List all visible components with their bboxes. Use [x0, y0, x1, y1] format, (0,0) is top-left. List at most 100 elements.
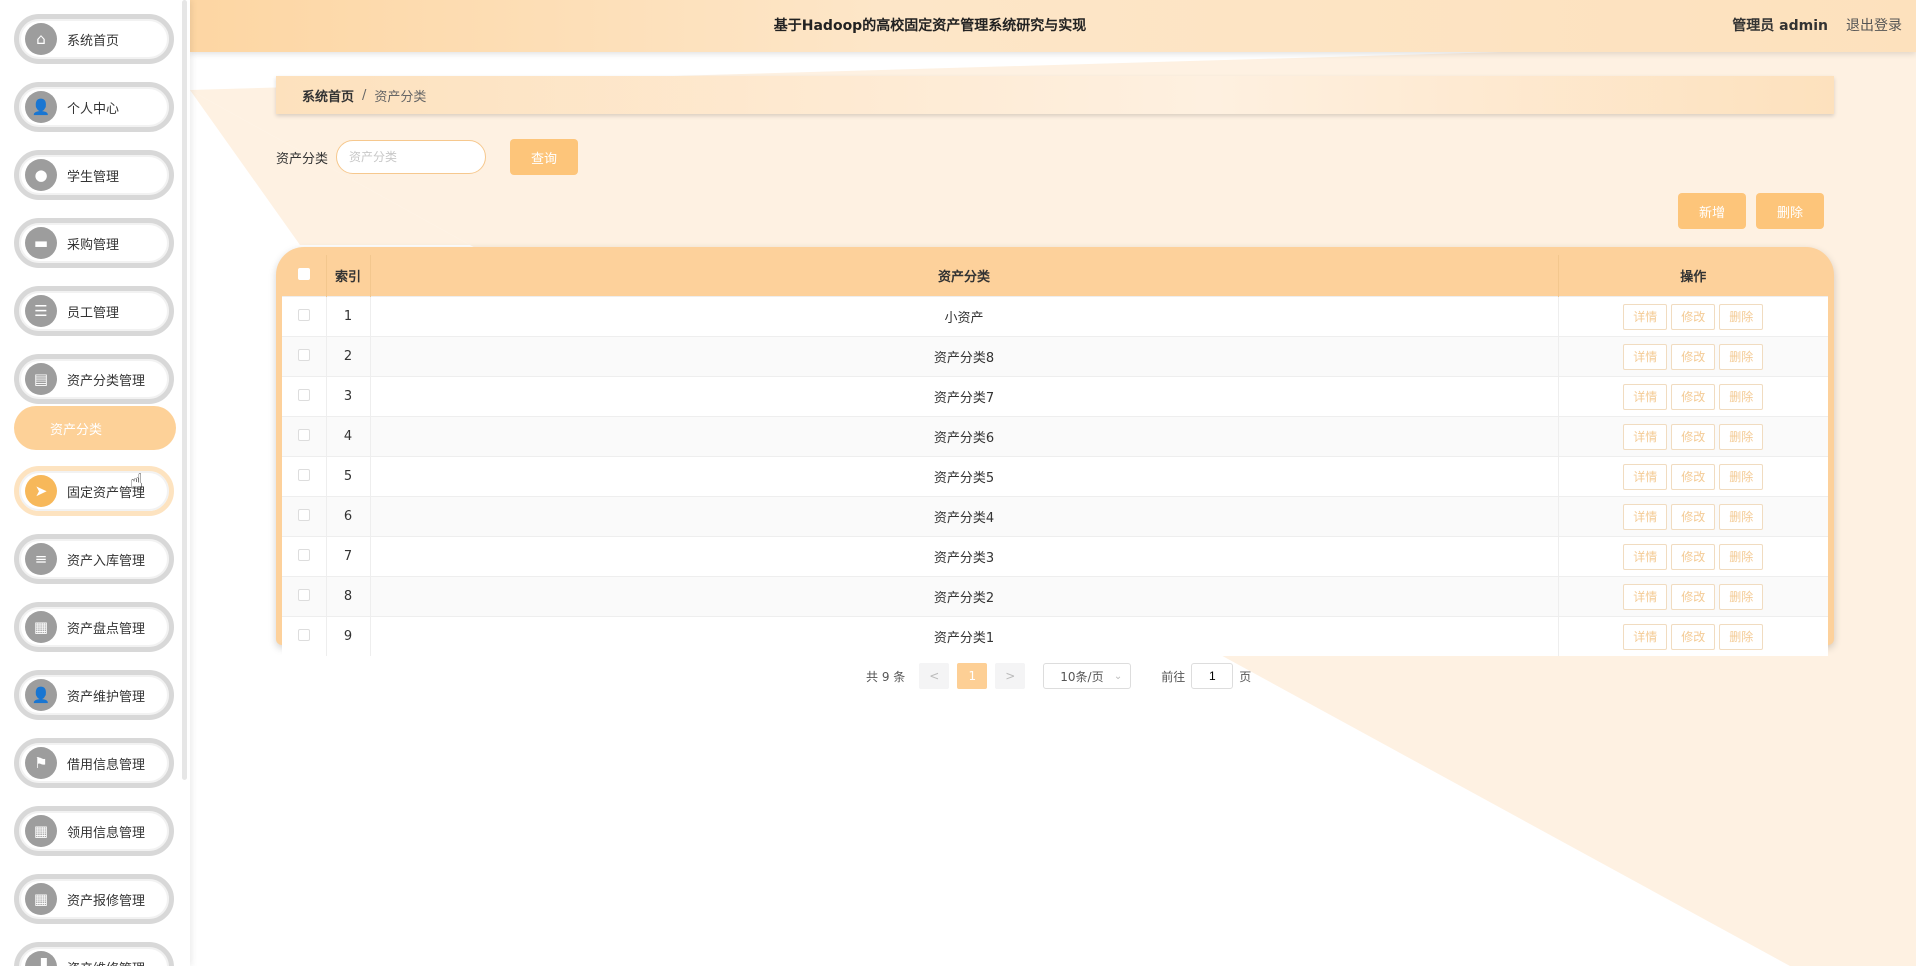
edit-button[interactable]: 修改: [1671, 503, 1716, 530]
sidebar-item[interactable]: ⌂ 系统首页: [14, 14, 174, 64]
detail-button[interactable]: 详情: [1623, 343, 1668, 370]
delete-button[interactable]: 删除: [1719, 303, 1764, 330]
sidebar-item[interactable]: ▦ 资产盘点管理: [14, 602, 174, 652]
row-select-cell[interactable]: [282, 456, 327, 497]
row-index: 7: [326, 536, 371, 577]
sidebar-item[interactable]: ☰ 员工管理: [14, 286, 174, 336]
sidebar-item[interactable]: ▟ 资产维修管理: [14, 942, 174, 966]
delete-button[interactable]: 删除: [1719, 463, 1764, 490]
page-title: 基于Hadoop的高校固定资产管理系统研究与实现: [773, 18, 1087, 34]
location-icon: ●: [25, 159, 57, 191]
page-number-button[interactable]: 1: [957, 663, 988, 689]
edit-button[interactable]: 修改: [1671, 543, 1716, 570]
edit-button[interactable]: 修改: [1671, 383, 1716, 410]
delete-button[interactable]: 删除: [1719, 543, 1764, 570]
select-all-checkbox[interactable]: [297, 267, 310, 280]
row-actions: 详情 修改 删除: [1558, 576, 1828, 617]
detail-button[interactable]: 详情: [1623, 463, 1668, 490]
table-header-row: 索引 资产分类 操作: [282, 255, 1828, 297]
breadcrumb-home[interactable]: 系统首页: [302, 86, 354, 105]
sidebar-item[interactable]: ▤ 资产分类管理: [14, 354, 174, 404]
delete-button[interactable]: 删除: [1719, 583, 1764, 610]
row-checkbox[interactable]: [297, 388, 310, 401]
row-checkbox[interactable]: [297, 468, 310, 481]
row-select-cell[interactable]: [282, 496, 327, 537]
table-row: 8 资产分类2 详情 修改 删除: [282, 576, 1828, 617]
sidebar-item[interactable]: ⚑ 借用信息管理: [14, 738, 174, 788]
detail-button[interactable]: 详情: [1623, 503, 1668, 530]
column-header-actions: 操作: [1680, 270, 1707, 285]
row-actions: 详情 修改 删除: [1558, 296, 1828, 337]
prev-page-button[interactable]: <: [919, 663, 950, 689]
row-category: 资产分类8: [370, 336, 1559, 377]
row-category: 资产分类2: [370, 576, 1559, 617]
row-actions: 详情 修改 删除: [1558, 456, 1828, 497]
row-checkbox[interactable]: [297, 348, 310, 361]
edit-button[interactable]: 修改: [1671, 303, 1716, 330]
query-button[interactable]: 查询: [510, 139, 578, 175]
sidebar-item[interactable]: ▬ 采购管理: [14, 218, 174, 268]
row-checkbox[interactable]: [297, 548, 310, 561]
row-select-cell[interactable]: [282, 296, 327, 337]
sidebar-item-label: 资产入库管理: [67, 553, 146, 569]
row-checkbox[interactable]: [297, 628, 310, 641]
table-row: 3 资产分类7 详情 修改 删除: [282, 376, 1828, 417]
sidebar-scrollbar[interactable]: [182, 0, 187, 780]
row-category: 资产分类7: [370, 376, 1559, 417]
edit-button[interactable]: 修改: [1671, 623, 1716, 650]
row-actions: 详情 修改 删除: [1558, 336, 1828, 377]
add-button[interactable]: 新增: [1678, 193, 1746, 229]
sidebar-item[interactable]: ● 学生管理: [14, 150, 174, 200]
page-size-select[interactable]: 10条/页 ⌄: [1043, 663, 1132, 689]
delete-button[interactable]: 删除: [1719, 383, 1764, 410]
batch-delete-button[interactable]: 删除: [1756, 193, 1824, 229]
detail-button[interactable]: 详情: [1623, 423, 1668, 450]
search-input[interactable]: [336, 140, 486, 174]
row-actions: 详情 修改 删除: [1558, 416, 1828, 457]
grid-icon: ▦: [25, 611, 57, 643]
detail-button[interactable]: 详情: [1623, 623, 1668, 650]
next-page-button[interactable]: >: [995, 663, 1026, 689]
sidebar-item[interactable]: ▦ 领用信息管理: [14, 806, 174, 856]
edit-button[interactable]: 修改: [1671, 343, 1716, 370]
detail-button[interactable]: 详情: [1623, 303, 1668, 330]
row-select-cell[interactable]: [282, 576, 327, 617]
row-select-cell[interactable]: [282, 536, 327, 577]
row-checkbox[interactable]: [297, 308, 310, 321]
row-checkbox[interactable]: [297, 588, 310, 601]
edit-button[interactable]: 修改: [1671, 423, 1716, 450]
delete-button[interactable]: 删除: [1719, 623, 1764, 650]
row-select-cell[interactable]: [282, 416, 327, 457]
row-checkbox[interactable]: [297, 428, 310, 441]
edit-button[interactable]: 修改: [1671, 463, 1716, 490]
goto-page-input[interactable]: [1191, 663, 1234, 689]
row-index: 9: [326, 616, 371, 656]
delete-button[interactable]: 删除: [1719, 423, 1764, 450]
select-all-cell[interactable]: [282, 255, 327, 297]
submenu-item-label: 资产分类: [50, 422, 103, 438]
detail-button[interactable]: 详情: [1623, 583, 1668, 610]
chart-icon: ▟: [25, 951, 57, 966]
page-size-value: 10条/页: [1060, 669, 1104, 684]
detail-button[interactable]: 详情: [1623, 543, 1668, 570]
sidebar-item[interactable]: ▦ 资产报修管理: [14, 874, 174, 924]
row-checkbox[interactable]: [297, 508, 310, 521]
table-row: 6 资产分类4 详情 修改 删除: [282, 496, 1828, 537]
row-select-cell[interactable]: [282, 616, 327, 656]
delete-button[interactable]: 删除: [1719, 343, 1764, 370]
sidebar-item[interactable]: 👤 资产维护管理: [14, 670, 174, 720]
logout-link[interactable]: 退出登录: [1846, 0, 1902, 52]
delete-button[interactable]: 删除: [1719, 503, 1764, 530]
sidebar-item[interactable]: 👤 个人中心: [14, 82, 174, 132]
row-select-cell[interactable]: [282, 376, 327, 417]
detail-button[interactable]: 详情: [1623, 383, 1668, 410]
submenu-item-asset-category[interactable]: 资产分类: [14, 406, 176, 450]
breadcrumb-current: 资产分类: [374, 89, 427, 105]
row-select-cell[interactable]: [282, 336, 327, 377]
row-index: 4: [326, 416, 371, 457]
sidebar-item[interactable]: ≡ 资产入库管理: [14, 534, 174, 584]
row-index: 8: [326, 576, 371, 617]
sidebar-item[interactable]: ➤ 固定资产管理: [14, 466, 174, 516]
edit-button[interactable]: 修改: [1671, 583, 1716, 610]
table-row: 9 资产分类1 详情 修改 删除: [282, 616, 1828, 656]
